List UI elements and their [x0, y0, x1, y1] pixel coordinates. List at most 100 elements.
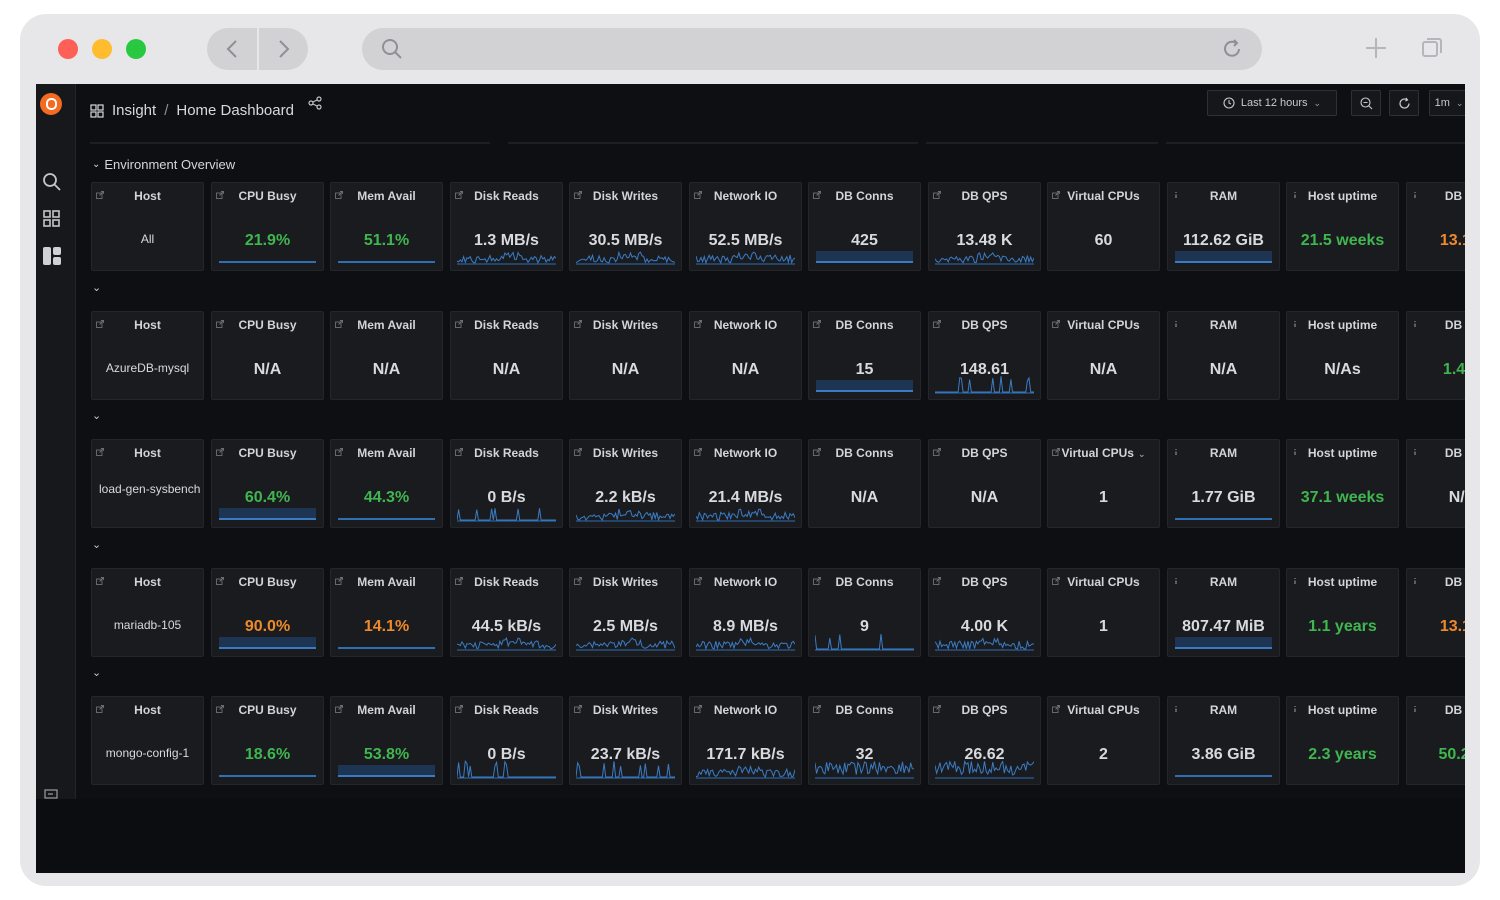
panel-title[interactable]: Disk Writes: [570, 189, 681, 203]
reload-icon[interactable]: [1220, 37, 1244, 61]
time-range-picker[interactable]: Last 12 hours ⌄: [1207, 90, 1337, 116]
stat-panel[interactable]: Host uptimeN/As: [1286, 311, 1399, 400]
zoom-out-button[interactable]: [1351, 90, 1381, 116]
panel-title[interactable]: Network IO: [690, 318, 801, 332]
dashboards-icon[interactable]: [42, 209, 62, 229]
panel-title[interactable]: Virtual CPUs: [1048, 575, 1159, 589]
stat-panel[interactable]: Virtual CPUs2: [1047, 696, 1160, 785]
stat-panel[interactable]: Host uptime21.5 weeks: [1286, 182, 1399, 271]
panel-title[interactable]: DB Conns: [809, 189, 920, 203]
stat-panel[interactable]: DB upN/A: [1406, 439, 1465, 528]
app-logo[interactable]: [40, 93, 62, 115]
panel-title[interactable]: RAM: [1168, 189, 1279, 203]
stat-panel[interactable]: DB up50.2 w: [1406, 696, 1465, 785]
stat-panel[interactable]: Disk Reads0 B/s: [450, 696, 563, 785]
panel-title[interactable]: DB Conns: [809, 703, 920, 717]
stat-panel[interactable]: RAMN/A: [1167, 311, 1280, 400]
panels-icon[interactable]: [42, 246, 62, 266]
stat-panel[interactable]: DB Conns9: [808, 568, 921, 657]
panel-title[interactable]: Host: [92, 446, 203, 460]
panel-title[interactable]: Mem Avail: [331, 189, 442, 203]
stat-panel[interactable]: Network IO171.7 kB/s: [689, 696, 802, 785]
panel-title[interactable]: Mem Avail: [331, 575, 442, 589]
panel-title[interactable]: CPU Busy: [212, 575, 323, 589]
stat-panel[interactable]: CPU Busy60.4%: [211, 439, 324, 528]
stat-panel[interactable]: CPU Busy90.0%: [211, 568, 324, 657]
stat-panel[interactable]: Disk Writes23.7 kB/s: [569, 696, 682, 785]
stat-panel[interactable]: Network IO21.4 MB/s: [689, 439, 802, 528]
panel-title[interactable]: CPU Busy: [212, 703, 323, 717]
stat-panel[interactable]: CPU Busy21.9%: [211, 182, 324, 271]
breadcrumb-app[interactable]: Insight: [112, 102, 156, 119]
row-collapse-chevron-icon[interactable]: ⌄: [92, 666, 101, 679]
panel-title[interactable]: Network IO: [690, 703, 801, 717]
stat-panel[interactable]: Mem Avail51.1%: [330, 182, 443, 271]
panel-title[interactable]: Host: [92, 189, 203, 203]
panel-title[interactable]: DB up: [1407, 318, 1465, 332]
panel-title[interactable]: RAM: [1168, 446, 1279, 460]
sign-in-icon[interactable]: [44, 789, 58, 799]
panel-title[interactable]: DB up: [1407, 703, 1465, 717]
panel-title[interactable]: Mem Avail: [331, 318, 442, 332]
panel-title[interactable]: Disk Writes: [570, 703, 681, 717]
stat-panel[interactable]: Disk Reads44.5 kB/s: [450, 568, 563, 657]
share-icon[interactable]: [308, 96, 322, 110]
stat-panel[interactable]: Hostmongo-config-1: [91, 696, 204, 785]
stat-panel[interactable]: Network ION/A: [689, 311, 802, 400]
stat-panel[interactable]: DB up13.1 h: [1406, 182, 1465, 271]
panel-title[interactable]: DB up: [1407, 446, 1465, 460]
row-toggle-environment-overview[interactable]: ⌄ Environment Overview: [92, 157, 235, 172]
panel-title[interactable]: Host: [92, 575, 203, 589]
stat-panel[interactable]: DB QPS4.00 K: [928, 568, 1041, 657]
stat-panel[interactable]: Mem Avail44.3%: [330, 439, 443, 528]
panel-title[interactable]: Disk Writes: [570, 446, 681, 460]
refresh-button[interactable]: [1389, 90, 1419, 116]
panel-title[interactable]: Network IO: [690, 575, 801, 589]
stat-panel[interactable]: Host uptime1.1 years: [1286, 568, 1399, 657]
stat-panel[interactable]: Disk Writes30.5 MB/s: [569, 182, 682, 271]
panel-title[interactable]: CPU Busy: [212, 318, 323, 332]
panel-title[interactable]: DB up: [1407, 189, 1465, 203]
search-icon[interactable]: [42, 172, 62, 192]
new-tab-icon[interactable]: [1364, 36, 1388, 60]
panel-title[interactable]: Host uptime: [1287, 575, 1398, 589]
panel-title[interactable]: Network IO: [690, 189, 801, 203]
panel-title[interactable]: Virtual CPUs: [1048, 703, 1159, 717]
chevron-down-icon[interactable]: ⌄: [1138, 449, 1146, 459]
stat-panel[interactable]: CPU Busy18.6%: [211, 696, 324, 785]
stat-panel[interactable]: Disk Reads1.3 MB/s: [450, 182, 563, 271]
stat-panel[interactable]: DB up13.1 h: [1406, 568, 1465, 657]
page-title[interactable]: Home Dashboard: [176, 102, 294, 119]
stat-panel[interactable]: RAM1.77 GiB: [1167, 439, 1280, 528]
panel-title[interactable]: Host uptime: [1287, 703, 1398, 717]
panel-title[interactable]: Disk Writes: [570, 318, 681, 332]
forward-icon[interactable]: [273, 38, 293, 60]
panel-title[interactable]: Virtual CPUs: [1048, 189, 1159, 203]
stat-panel[interactable]: HostAzureDB-mysql: [91, 311, 204, 400]
stat-panel[interactable]: DB QPS26.62: [928, 696, 1041, 785]
panel-title[interactable]: CPU Busy: [212, 446, 323, 460]
maximize-window-button[interactable]: [126, 39, 146, 59]
panel-title[interactable]: Host uptime: [1287, 318, 1398, 332]
panel-title[interactable]: Virtual CPUs⌄: [1048, 446, 1159, 460]
panel-title[interactable]: Mem Avail: [331, 703, 442, 717]
stat-panel[interactable]: Host uptime2.3 years: [1286, 696, 1399, 785]
panel-title[interactable]: Mem Avail: [331, 446, 442, 460]
refresh-interval-picker[interactable]: 1m ⌄: [1429, 90, 1465, 116]
stat-panel[interactable]: DB QPSN/A: [928, 439, 1041, 528]
close-window-button[interactable]: [58, 39, 78, 59]
stat-panel[interactable]: Host uptime37.1 weeks: [1286, 439, 1399, 528]
back-icon[interactable]: [223, 38, 243, 60]
panel-title[interactable]: Disk Reads: [451, 446, 562, 460]
stat-panel[interactable]: DB QPS148.61: [928, 311, 1041, 400]
stat-panel[interactable]: DB up1.4 w: [1406, 311, 1465, 400]
stat-panel[interactable]: Mem AvailN/A: [330, 311, 443, 400]
panel-title[interactable]: DB Conns: [809, 575, 920, 589]
panel-title[interactable]: Disk Reads: [451, 703, 562, 717]
minimize-window-button[interactable]: [92, 39, 112, 59]
panel-title[interactable]: DB QPS: [929, 318, 1040, 332]
stat-panel[interactable]: DB QPS13.48 K: [928, 182, 1041, 271]
stat-panel[interactable]: Mem Avail53.8%: [330, 696, 443, 785]
row-collapse-chevron-icon[interactable]: ⌄: [92, 538, 101, 551]
panel-title[interactable]: DB up: [1407, 575, 1465, 589]
